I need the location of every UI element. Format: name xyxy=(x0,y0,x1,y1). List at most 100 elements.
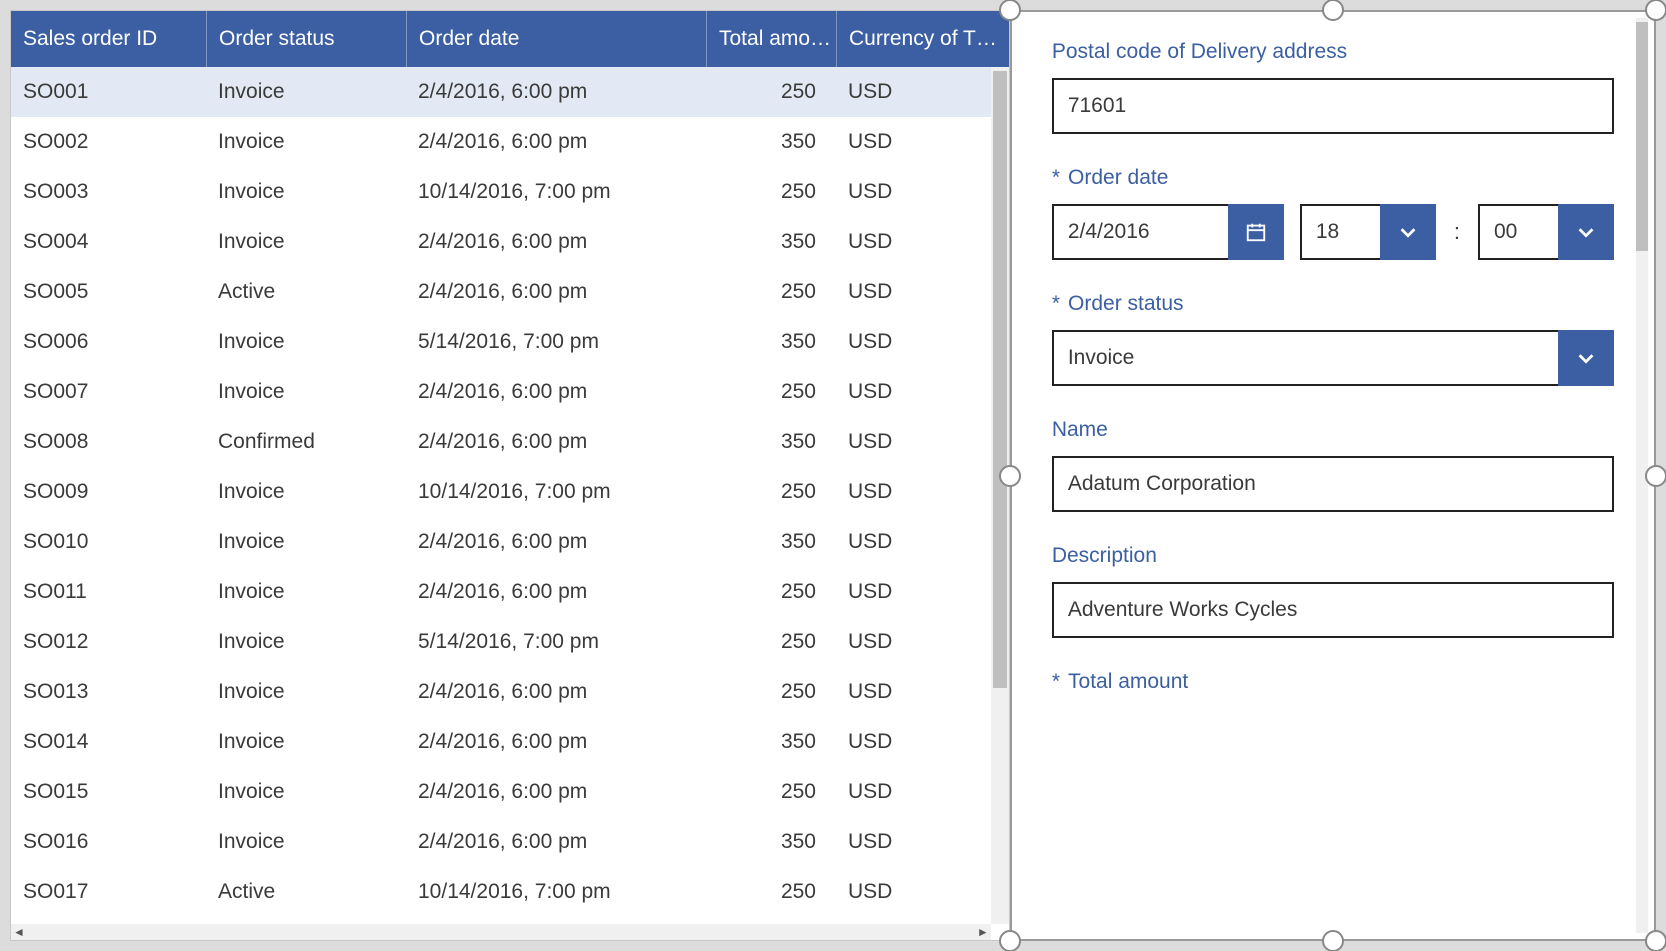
description-input[interactable]: Adventure Works Cycles xyxy=(1052,582,1614,638)
cell-date: 2/4/2016, 6:00 pm xyxy=(406,430,706,454)
table-row[interactable]: SO006Invoice5/14/2016, 7:00 pm350USD xyxy=(11,317,1009,367)
calendar-icon[interactable] xyxy=(1228,204,1284,260)
cell-status: Invoice xyxy=(206,180,406,204)
cell-amount: 350 xyxy=(706,130,836,154)
cell-date: 5/14/2016, 7:00 pm xyxy=(406,630,706,654)
cell-id: SO012 xyxy=(11,630,206,654)
table-row[interactable]: SO016Invoice2/4/2016, 6:00 pm350USD xyxy=(11,817,1009,867)
cell-currency: USD xyxy=(836,380,1009,404)
column-header-amount[interactable]: Total amo… xyxy=(706,11,836,67)
resize-handle[interactable] xyxy=(1645,465,1666,487)
table-row[interactable]: SO009Invoice10/14/2016, 7:00 pm250USD xyxy=(11,467,1009,517)
cell-amount: 350 xyxy=(706,430,836,454)
table-vertical-scrollbar[interactable] xyxy=(991,67,1009,924)
table-row[interactable]: SO013Invoice2/4/2016, 6:00 pm250USD xyxy=(11,667,1009,717)
cell-currency: USD xyxy=(836,230,1009,254)
resize-handle[interactable] xyxy=(999,0,1021,21)
cell-id: SO003 xyxy=(11,180,206,204)
cell-id: SO004 xyxy=(11,230,206,254)
order-date-label: * Order date xyxy=(1052,166,1614,190)
cell-status: Invoice xyxy=(206,130,406,154)
cell-amount: 350 xyxy=(706,230,836,254)
cell-status: Invoice xyxy=(206,480,406,504)
cell-currency: USD xyxy=(836,80,1009,104)
cell-currency: USD xyxy=(836,330,1009,354)
table-row[interactable]: SO003Invoice10/14/2016, 7:00 pm250USD xyxy=(11,167,1009,217)
table-row[interactable]: SO011Invoice2/4/2016, 6:00 pm250USD xyxy=(11,567,1009,617)
table-row[interactable]: SO005Active2/4/2016, 6:00 pm250USD xyxy=(11,267,1009,317)
resize-handle[interactable] xyxy=(1645,0,1666,21)
table-row[interactable]: SO010Invoice2/4/2016, 6:00 pm350USD xyxy=(11,517,1009,567)
postal-code-input[interactable]: 71601 xyxy=(1052,78,1614,134)
scroll-right-icon[interactable]: ► xyxy=(975,925,991,939)
table-row[interactable]: SO012Invoice5/14/2016, 7:00 pm250USD xyxy=(11,617,1009,667)
cell-currency: USD xyxy=(836,530,1009,554)
column-header-id[interactable]: Sales order ID xyxy=(11,11,206,67)
cell-amount: 250 xyxy=(706,680,836,704)
cell-id: SO009 xyxy=(11,480,206,504)
chevron-down-icon[interactable] xyxy=(1558,330,1614,386)
cell-status: Invoice xyxy=(206,780,406,804)
hour-dropdown[interactable]: 18 xyxy=(1300,204,1436,260)
table-row[interactable]: SO008Confirmed2/4/2016, 6:00 pm350USD xyxy=(11,417,1009,467)
cell-date: 2/4/2016, 6:00 pm xyxy=(406,680,706,704)
cell-amount: 350 xyxy=(706,730,836,754)
table-row[interactable]: SO015Invoice2/4/2016, 6:00 pm250USD xyxy=(11,767,1009,817)
scrollbar-thumb[interactable] xyxy=(1636,22,1648,251)
cell-date: 2/4/2016, 6:00 pm xyxy=(406,580,706,604)
cell-currency: USD xyxy=(836,480,1009,504)
cell-currency: USD xyxy=(836,730,1009,754)
cell-status: Invoice xyxy=(206,630,406,654)
table-row[interactable]: SO017Active10/14/2016, 7:00 pm250USD xyxy=(11,867,1009,917)
chevron-down-icon[interactable] xyxy=(1558,204,1614,260)
resize-handle[interactable] xyxy=(1322,930,1344,951)
cell-amount: 250 xyxy=(706,180,836,204)
cell-currency: USD xyxy=(836,630,1009,654)
cell-currency: USD xyxy=(836,280,1009,304)
resize-handle[interactable] xyxy=(1322,0,1344,21)
postal-code-label: Postal code of Delivery address xyxy=(1052,40,1614,64)
chevron-down-icon[interactable] xyxy=(1380,204,1436,260)
table-row[interactable]: SO004Invoice2/4/2016, 6:00 pm350USD xyxy=(11,217,1009,267)
table-row[interactable]: SO002Invoice2/4/2016, 6:00 pm350USD xyxy=(11,117,1009,167)
cell-date: 2/4/2016, 6:00 pm xyxy=(406,80,706,104)
cell-date: 2/4/2016, 6:00 pm xyxy=(406,780,706,804)
minute-dropdown[interactable]: 00 xyxy=(1478,204,1614,260)
cell-amount: 350 xyxy=(706,530,836,554)
cell-date: 2/4/2016, 6:00 pm xyxy=(406,230,706,254)
cell-id: SO010 xyxy=(11,530,206,554)
table-header: Sales order ID Order status Order date T… xyxy=(11,11,1009,67)
cell-amount: 250 xyxy=(706,480,836,504)
cell-id: SO014 xyxy=(11,730,206,754)
cell-status: Invoice xyxy=(206,380,406,404)
cell-status: Active xyxy=(206,280,406,304)
resize-handle[interactable] xyxy=(999,930,1021,951)
scroll-left-icon[interactable]: ◄ xyxy=(11,925,27,939)
cell-status: Confirmed xyxy=(206,430,406,454)
cell-currency: USD xyxy=(836,180,1009,204)
cell-amount: 250 xyxy=(706,630,836,654)
cell-currency: USD xyxy=(836,830,1009,854)
cell-status: Invoice xyxy=(206,680,406,704)
cell-status: Invoice xyxy=(206,530,406,554)
resize-handle[interactable] xyxy=(999,465,1021,487)
cell-status: Active xyxy=(206,880,406,904)
cell-id: SO013 xyxy=(11,680,206,704)
resize-handle[interactable] xyxy=(1645,930,1666,951)
name-input[interactable]: Adatum Corporation xyxy=(1052,456,1614,512)
table-row[interactable]: SO014Invoice2/4/2016, 6:00 pm350USD xyxy=(11,717,1009,767)
table-row[interactable]: SO001Invoice2/4/2016, 6:00 pm250USD xyxy=(11,67,1009,117)
scrollbar-thumb[interactable] xyxy=(993,71,1007,688)
total-amount-label: * Total amount xyxy=(1052,670,1614,694)
cell-date: 2/4/2016, 6:00 pm xyxy=(406,380,706,404)
cell-currency: USD xyxy=(836,680,1009,704)
cell-amount: 250 xyxy=(706,580,836,604)
column-header-date[interactable]: Order date xyxy=(406,11,706,67)
order-status-dropdown[interactable]: Invoice xyxy=(1052,330,1614,386)
order-date-input[interactable]: 2/4/2016 xyxy=(1052,204,1284,260)
cell-date: 2/4/2016, 6:00 pm xyxy=(406,130,706,154)
column-header-currency[interactable]: Currency of T… xyxy=(836,11,1009,67)
table-horizontal-scrollbar[interactable]: ◄ ► xyxy=(11,924,991,940)
table-row[interactable]: SO007Invoice2/4/2016, 6:00 pm250USD xyxy=(11,367,1009,417)
column-header-status[interactable]: Order status xyxy=(206,11,406,67)
